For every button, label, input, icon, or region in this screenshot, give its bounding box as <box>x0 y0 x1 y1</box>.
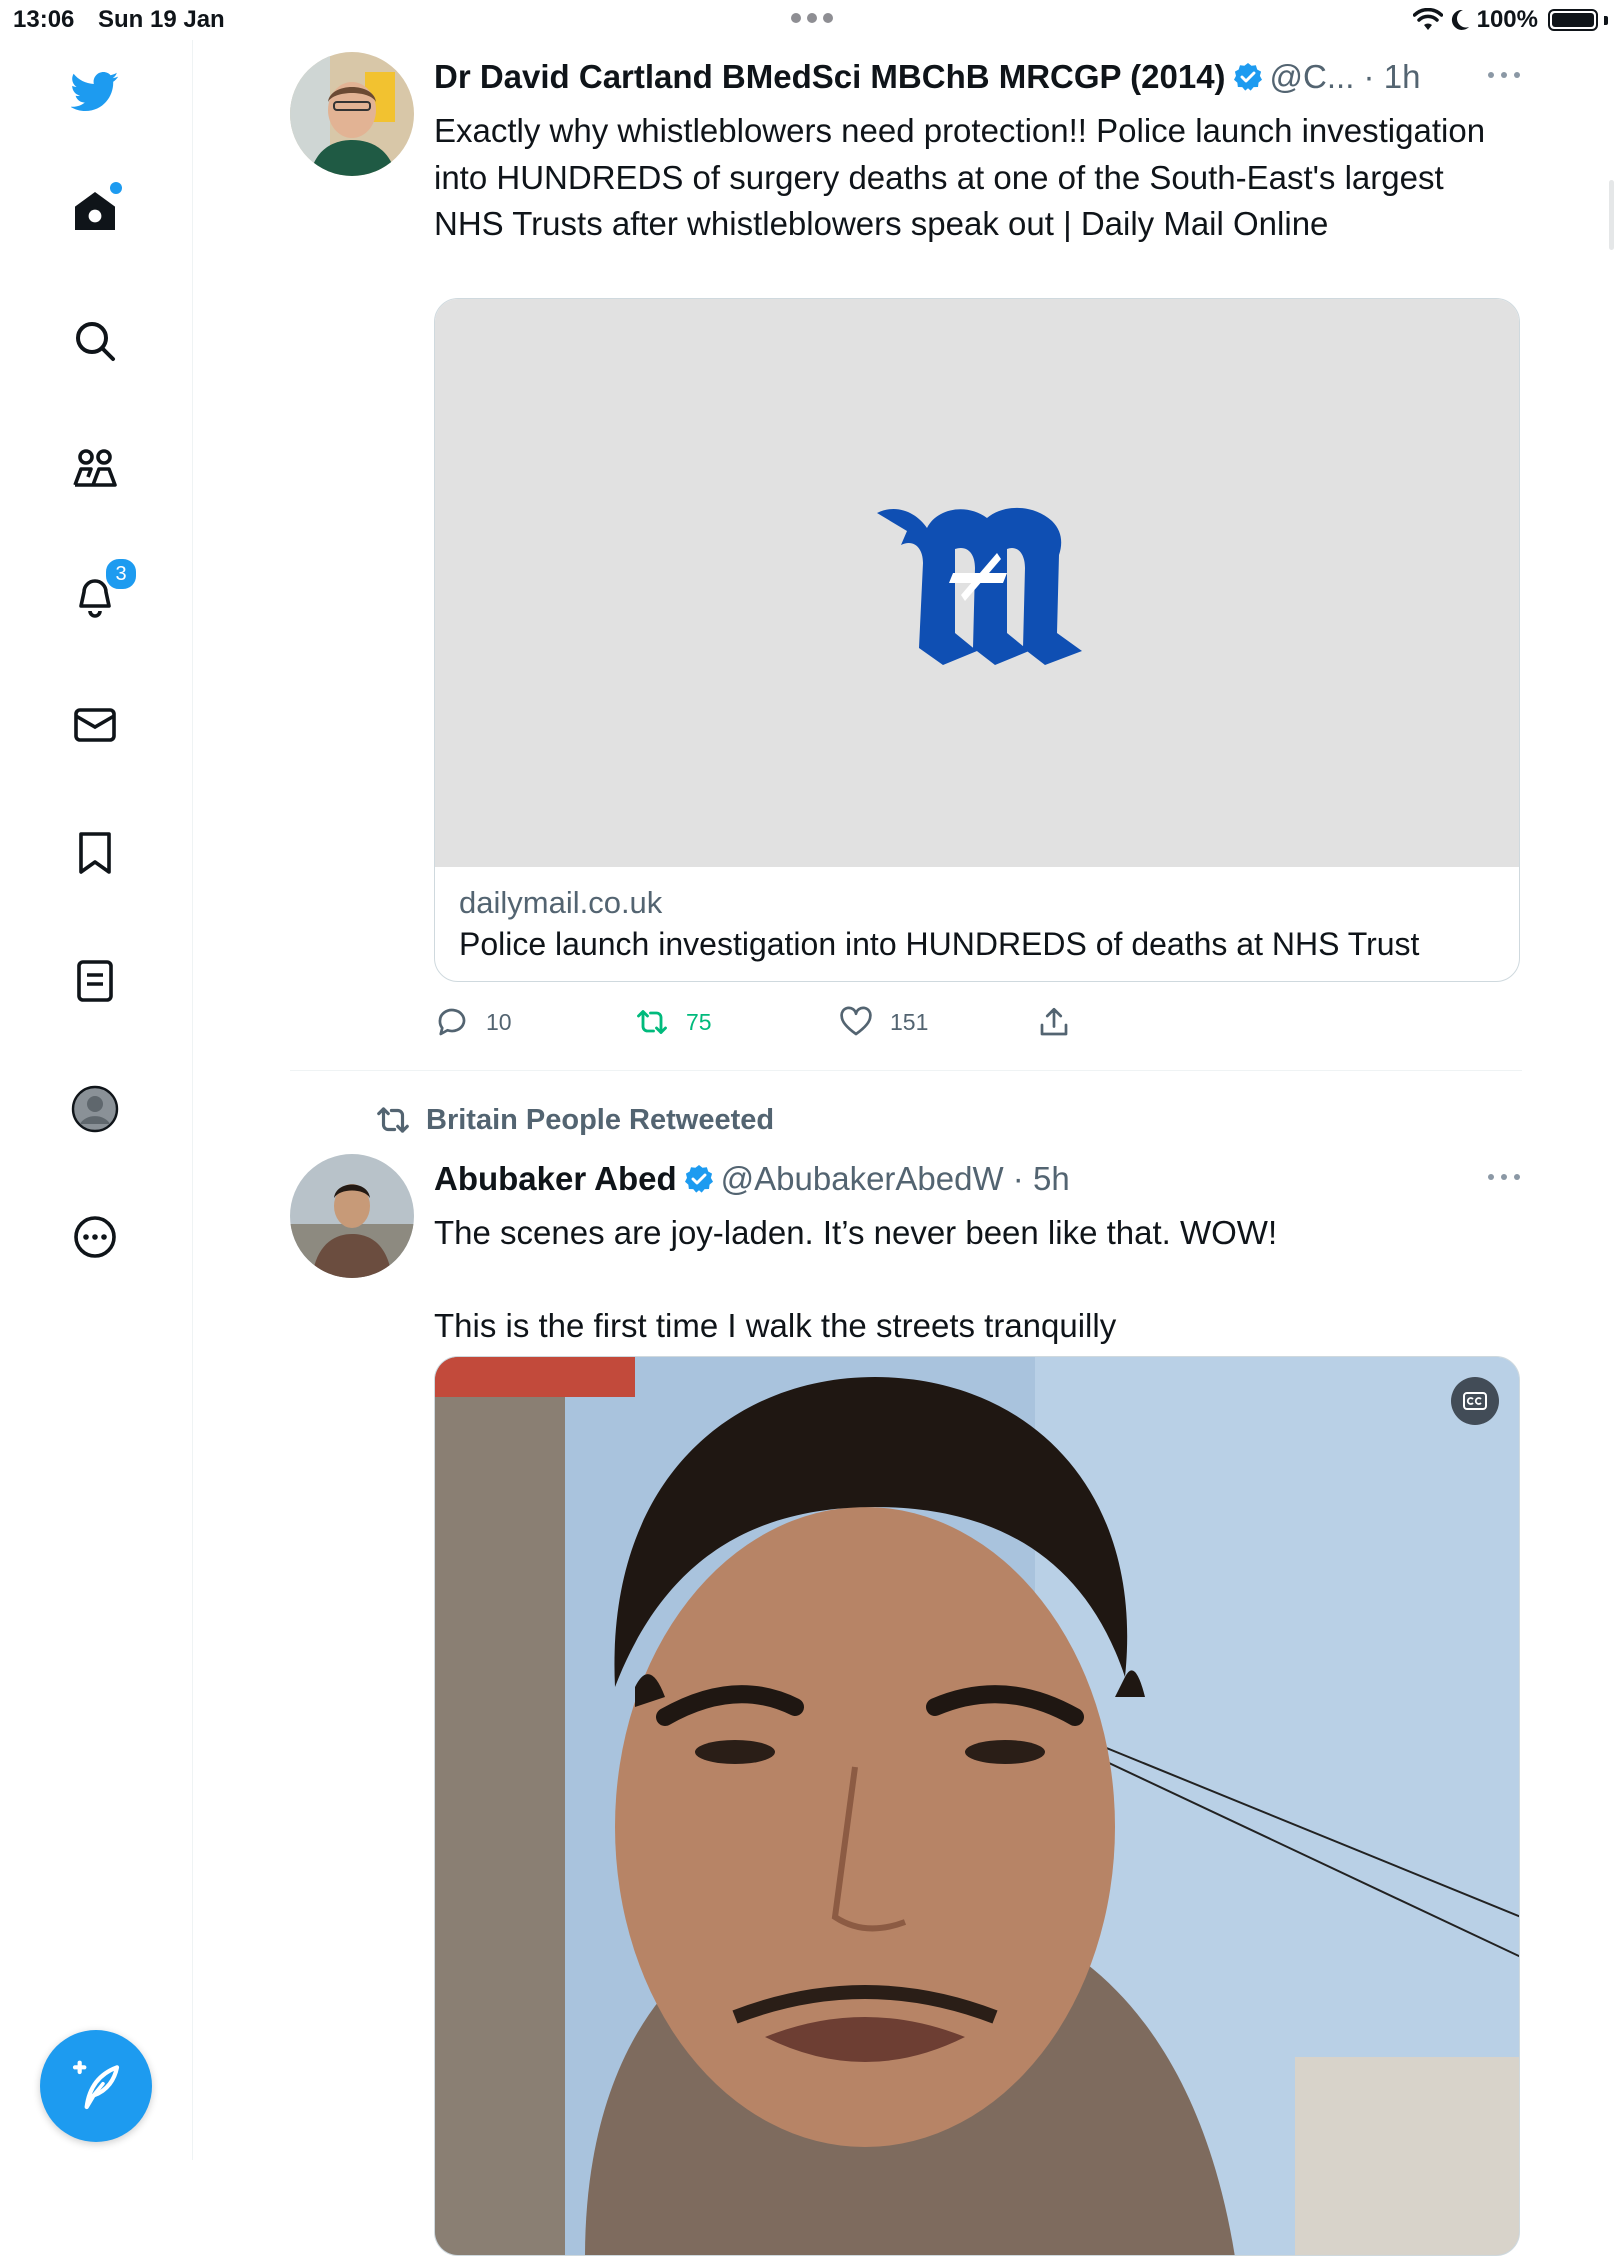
verified-badge-icon <box>684 1165 713 1193</box>
tweet-2-author[interactable]: Abubaker Abed <box>434 1154 677 1204</box>
avatar-icon <box>71 1085 119 1133</box>
reply-button[interactable]: 10 <box>434 992 512 1052</box>
like-button[interactable]: 151 <box>838 992 928 1052</box>
share-icon <box>1040 1007 1068 1036</box>
mail-icon <box>74 708 116 742</box>
tweet-2-more-icon[interactable] <box>1486 1172 1522 1182</box>
nav-messages[interactable] <box>64 694 126 756</box>
verified-badge-icon <box>1233 63 1262 91</box>
retweet-count: 75 <box>686 1008 712 1035</box>
sidebar: 3 <box>0 40 193 2160</box>
compose-tweet-button[interactable] <box>40 2030 152 2142</box>
communities-icon <box>73 449 117 487</box>
reply-icon <box>438 1008 466 1036</box>
retweeted-by-text: Britain People Retweeted <box>426 1103 775 1136</box>
more-circle-icon <box>74 1216 116 1258</box>
search-icon <box>76 322 115 361</box>
tweet-2-avatar[interactable] <box>290 1154 414 1278</box>
daily-mail-logo <box>877 507 1082 665</box>
tweet-1-text: Exactly why whistleblowers need protecti… <box>434 112 1486 242</box>
battery-icon <box>1548 9 1598 31</box>
status-right: 100% <box>1412 4 1608 36</box>
tweet-1-time[interactable]: 1h <box>1384 52 1421 102</box>
nav-profile[interactable] <box>64 1078 126 1140</box>
tweet-divider <box>290 1070 1522 1071</box>
twitter-bird-icon <box>71 72 119 111</box>
reply-count: 10 <box>486 1008 512 1035</box>
tweet-1-avatar[interactable] <box>290 52 414 176</box>
video-frame <box>435 1357 1519 2255</box>
tweet-1-header: Dr David Cartland BMedSci MBChB MRCGP (2… <box>434 52 1522 102</box>
tweet-2-text: The scenes are joy-laden. It’s never bee… <box>434 1214 1278 1344</box>
tweet-1-actions: 10 75 151 <box>434 992 1434 1052</box>
tweet-1-body: Dr David Cartland BMedSci MBChB MRCGP (2… <box>434 52 1522 248</box>
tweet-2-sep: · <box>1003 1160 1033 1197</box>
tweet-1-author[interactable]: Dr David Cartland BMedSci MBChB MRCGP (2… <box>434 52 1226 102</box>
retweet-small-icon <box>377 1107 409 1133</box>
retweet-button[interactable]: 75 <box>634 992 712 1052</box>
status-date: Sun 19 Jan <box>98 6 225 33</box>
retweet-icon <box>637 1010 667 1034</box>
card-title: Police launch investigation into HUNDRED… <box>459 926 1420 962</box>
tweet-1-sep: · <box>1354 58 1384 95</box>
nav-more[interactable] <box>64 1206 126 1268</box>
tweet-2[interactable]: Abubaker Abed @AbubakerAbedW · 5h The sc… <box>290 1154 1522 2256</box>
list-icon <box>77 960 113 1002</box>
share-button[interactable] <box>1036 992 1072 1052</box>
card-image <box>435 299 1519 867</box>
heart-icon <box>840 1006 872 1036</box>
status-bar: 13:06 Sun 19 Jan 100% <box>0 0 1620 40</box>
nav-communities[interactable] <box>64 438 126 500</box>
multitasking-dots-icon[interactable] <box>788 10 836 26</box>
nav-bookmarks[interactable] <box>64 822 126 884</box>
twitter-logo[interactable] <box>64 60 126 122</box>
tweet-2-body: Abubaker Abed @AbubakerAbedW · 5h The sc… <box>434 1154 1522 1350</box>
battery-percent: 100% <box>1476 6 1538 33</box>
battery-tip <box>1604 15 1608 25</box>
tweet-2-time[interactable]: 5h <box>1033 1154 1070 1204</box>
tweet-1-more-icon[interactable] <box>1486 70 1522 80</box>
status-time: 13:06 <box>13 6 75 33</box>
wifi-icon <box>1412 8 1443 30</box>
card-footer: dailymail.co.uk Police launch investigat… <box>435 867 1519 981</box>
tweet-1[interactable]: Dr David Cartland BMedSci MBChB MRCGP (2… <box>290 52 1522 1052</box>
author-photo-abubaker <box>290 1154 414 1278</box>
nav-search[interactable] <box>64 310 126 372</box>
moon-icon <box>1451 9 1469 30</box>
nav-home[interactable] <box>64 180 126 242</box>
notifications-badge: 3 <box>104 557 138 591</box>
bookmark-icon <box>79 832 111 874</box>
home-unread-dot <box>110 182 122 194</box>
closed-captions-icon <box>1463 1392 1487 1410</box>
feather-plus-icon <box>72 2060 120 2110</box>
retweeted-by-line[interactable]: Britain People Retweeted <box>374 1098 774 1142</box>
nav-notifications[interactable]: 3 <box>64 557 138 627</box>
captions-button[interactable] <box>1451 1377 1499 1425</box>
home-icon <box>75 192 115 230</box>
tweet-1-link-card[interactable]: dailymail.co.uk Police launch investigat… <box>434 298 1520 982</box>
tweet-2-video[interactable] <box>434 1356 1520 2256</box>
scroll-indicator[interactable] <box>1609 180 1614 250</box>
tweet-1-handle[interactable]: @C... <box>1270 52 1355 102</box>
nav-lists[interactable] <box>64 950 126 1012</box>
tweet-2-handle[interactable]: @AbubakerAbedW <box>721 1154 1004 1204</box>
tweet-2-header: Abubaker Abed @AbubakerAbedW · 5h <box>434 1154 1522 1204</box>
like-count: 151 <box>890 1008 929 1035</box>
card-domain: dailymail.co.uk <box>459 885 663 920</box>
author-photo-david <box>290 52 414 176</box>
